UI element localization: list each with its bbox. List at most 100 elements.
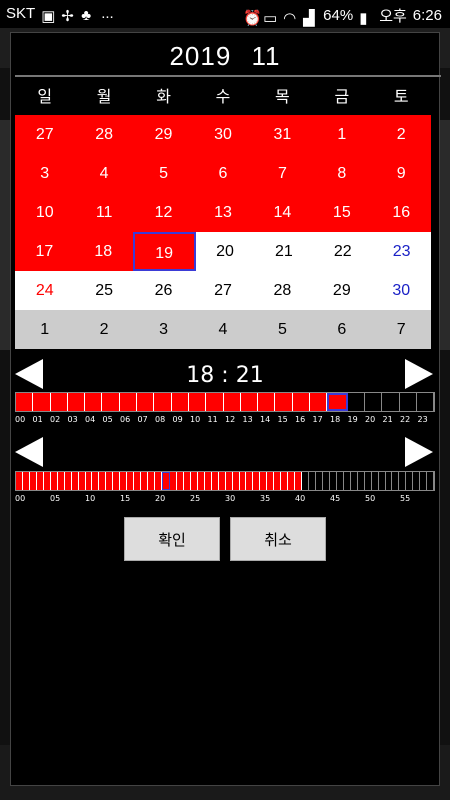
calendar-day[interactable]: 6: [193, 154, 253, 193]
calendar-day[interactable]: 8: [312, 154, 372, 193]
minute-segment[interactable]: [190, 472, 198, 490]
hour-segment[interactable]: [258, 393, 276, 411]
minute-segment-selected[interactable]: [162, 472, 170, 490]
calendar-day[interactable]: 4: [193, 310, 253, 349]
calendar-day[interactable]: 27: [193, 271, 253, 310]
calendar-day[interactable]: 21: [254, 232, 314, 271]
minute-segment[interactable]: [358, 472, 365, 490]
minute-segment[interactable]: [386, 472, 393, 490]
hour-segment[interactable]: [223, 393, 241, 411]
minute-segment[interactable]: [29, 472, 37, 490]
calendar-day[interactable]: 18: [73, 232, 133, 271]
calendar-day[interactable]: 15: [312, 193, 372, 232]
minute-segment[interactable]: [22, 472, 30, 490]
hour-segment[interactable]: [348, 393, 365, 411]
calendar-day[interactable]: 2: [371, 115, 431, 154]
minute-segment[interactable]: [148, 472, 156, 490]
calendar-day[interactable]: 11: [74, 193, 134, 232]
minute-next-arrow-icon[interactable]: [405, 437, 433, 467]
calendar-day[interactable]: 29: [312, 271, 372, 310]
minute-segment[interactable]: [50, 472, 58, 490]
calendar-day[interactable]: 31: [252, 115, 313, 154]
minute-segment[interactable]: [43, 472, 51, 490]
calendar-day[interactable]: 12: [133, 193, 194, 232]
minute-segment[interactable]: [246, 472, 254, 490]
hour-segment[interactable]: [137, 393, 155, 411]
hour-segment-selected[interactable]: [327, 393, 348, 411]
minute-segment[interactable]: [337, 472, 344, 490]
minute-segment[interactable]: [392, 472, 400, 490]
calendar-day[interactable]: 6: [312, 310, 372, 349]
minute-segment[interactable]: [127, 472, 135, 490]
minute-segment[interactable]: [99, 472, 107, 490]
hour-segment[interactable]: [171, 393, 189, 411]
minute-segment[interactable]: [413, 472, 421, 490]
minute-segment[interactable]: [295, 472, 303, 490]
calendar-day[interactable]: 25: [74, 271, 134, 310]
calendar-day-selected[interactable]: 19: [132, 232, 196, 271]
minute-segment[interactable]: [204, 472, 212, 490]
minute-segment[interactable]: [120, 472, 128, 490]
hour-segment[interactable]: [119, 393, 138, 411]
minute-segment[interactable]: [57, 472, 65, 490]
calendar-day[interactable]: 5: [133, 154, 194, 193]
minute-segment[interactable]: [71, 472, 79, 490]
minute-segment[interactable]: [379, 472, 386, 490]
minute-segment[interactable]: [239, 472, 247, 490]
calendar-day[interactable]: 30: [371, 271, 431, 310]
minute-segment[interactable]: [64, 472, 72, 490]
calendar-day[interactable]: 9: [371, 154, 431, 193]
calendar-day[interactable]: 7: [371, 310, 431, 349]
calendar-day[interactable]: 28: [74, 115, 134, 154]
hour-segment[interactable]: [400, 393, 417, 411]
hour-segment[interactable]: [154, 393, 172, 411]
hour-segment[interactable]: [365, 393, 383, 411]
minute-segment[interactable]: [399, 472, 407, 490]
minute-segment[interactable]: [351, 472, 358, 490]
minute-segment[interactable]: [141, 472, 149, 490]
calendar-day[interactable]: 27: [15, 115, 75, 154]
calendar-day[interactable]: 4: [74, 154, 134, 193]
calendar-day[interactable]: 1: [15, 310, 75, 349]
minute-segment[interactable]: [253, 472, 261, 490]
minute-segment[interactable]: [169, 472, 177, 490]
hour-segment[interactable]: [382, 393, 400, 411]
minute-segment[interactable]: [232, 472, 240, 490]
hour-slider[interactable]: [15, 392, 435, 412]
calendar-day[interactable]: 20: [195, 232, 255, 271]
minute-segment[interactable]: [106, 472, 114, 490]
minute-segment[interactable]: [372, 472, 379, 490]
hour-segment[interactable]: [188, 393, 207, 411]
calendar-day[interactable]: 2: [74, 310, 134, 349]
minute-segment[interactable]: [260, 472, 268, 490]
hour-segment[interactable]: [310, 393, 328, 411]
calendar-day[interactable]: 24: [15, 271, 75, 310]
minute-segment[interactable]: [330, 472, 337, 490]
calendar-day[interactable]: 28: [252, 271, 313, 310]
calendar-day[interactable]: 22: [313, 232, 373, 271]
calendar-day[interactable]: 16: [371, 193, 431, 232]
minute-segment[interactable]: [288, 472, 296, 490]
calendar-day[interactable]: 17: [15, 232, 74, 271]
hour-segment[interactable]: [50, 393, 68, 411]
hour-segment[interactable]: [102, 393, 120, 411]
minute-segment[interactable]: [78, 472, 86, 490]
calendar-day[interactable]: 5: [252, 310, 313, 349]
minute-segment[interactable]: [323, 472, 330, 490]
hour-segment[interactable]: [85, 393, 103, 411]
calendar-day[interactable]: 7: [252, 154, 313, 193]
calendar-day[interactable]: 14: [252, 193, 313, 232]
hour-segment[interactable]: [275, 393, 293, 411]
hour-segment[interactable]: [33, 393, 51, 411]
minute-slider[interactable]: [15, 471, 435, 491]
minute-segment[interactable]: [85, 472, 93, 490]
calendar-day[interactable]: 13: [193, 193, 253, 232]
minute-segment[interactable]: [16, 472, 23, 490]
cancel-button[interactable]: 취소: [230, 517, 326, 561]
hour-segment[interactable]: [292, 393, 311, 411]
calendar-day[interactable]: 29: [133, 115, 194, 154]
minute-segment[interactable]: [316, 472, 323, 490]
hour-segment[interactable]: [206, 393, 224, 411]
minute-segment[interactable]: [427, 472, 435, 490]
calendar-day[interactable]: 10: [15, 193, 75, 232]
